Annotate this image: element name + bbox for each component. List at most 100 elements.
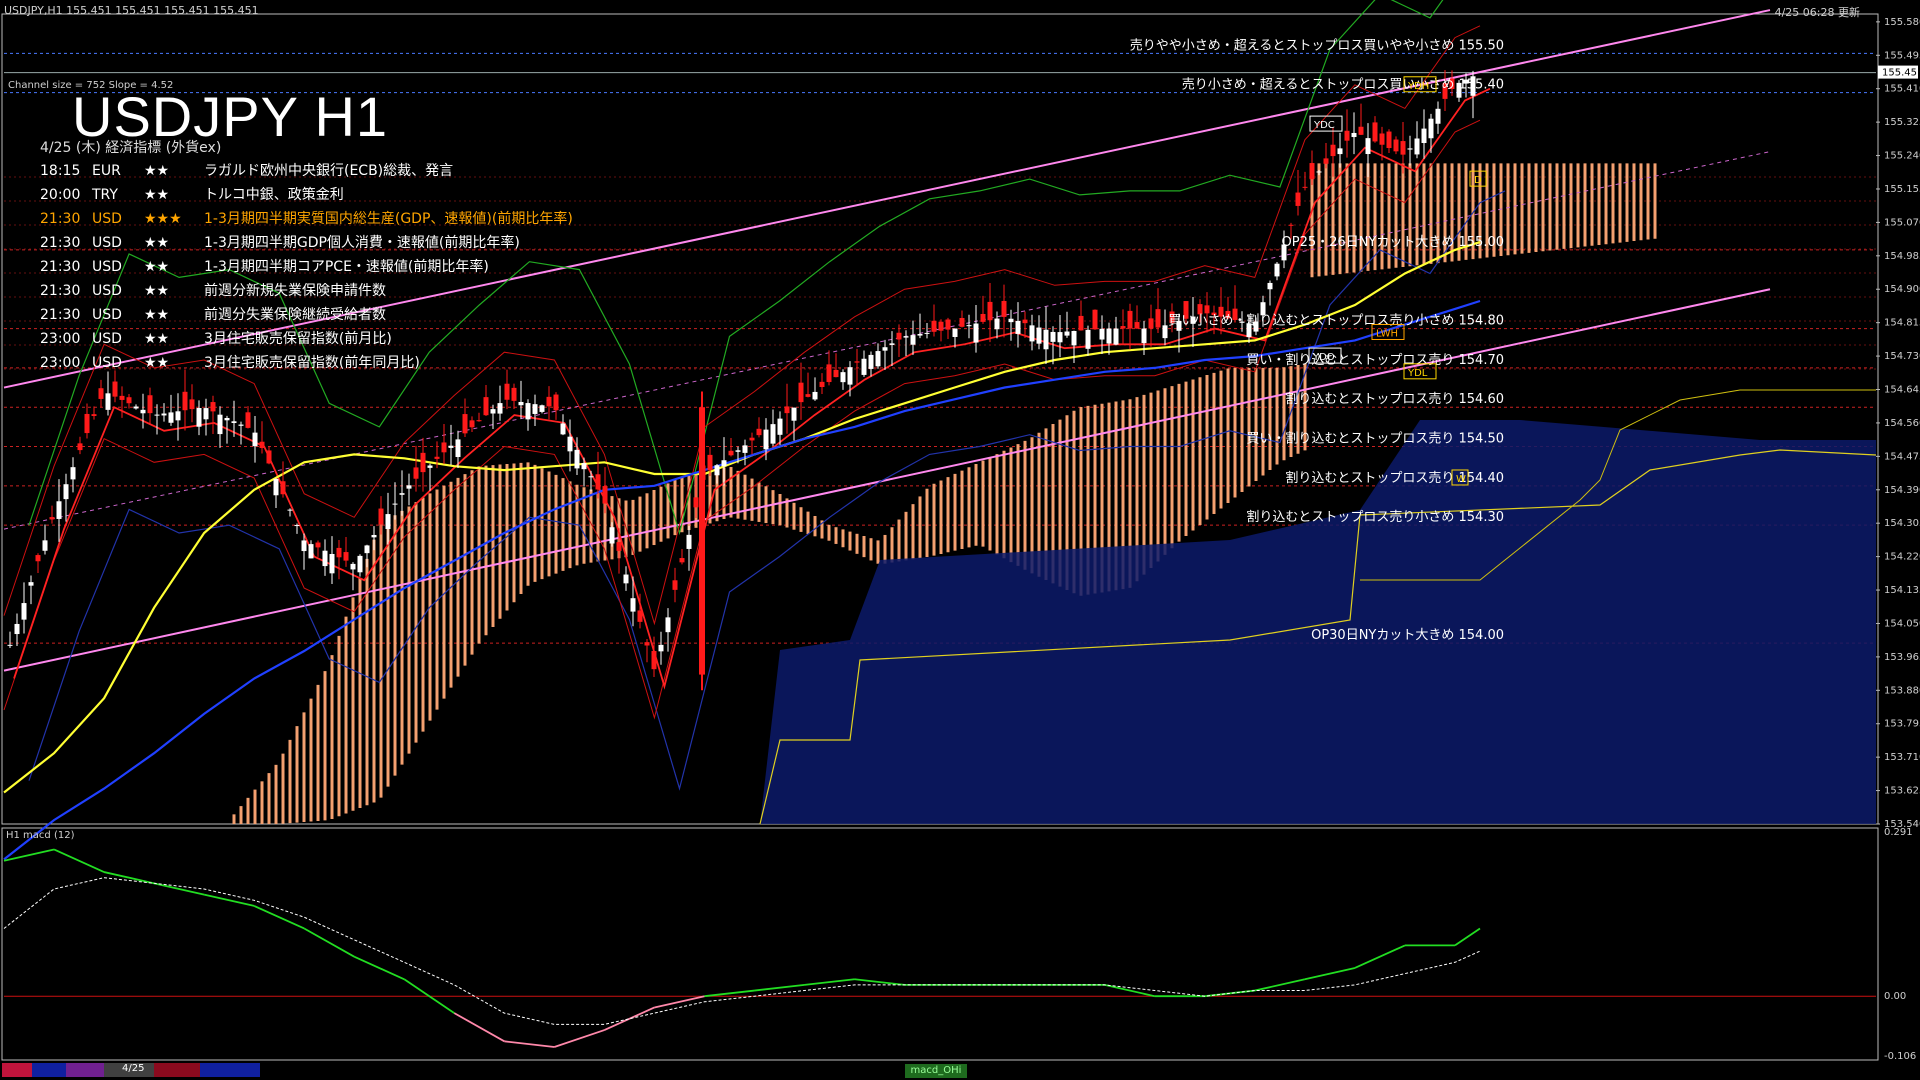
candle-body — [1057, 332, 1063, 343]
calendar-time: 18:15 — [40, 163, 81, 179]
candle-body — [399, 493, 405, 495]
calendar-row: 18:15 EUR ★★ ラガルド欧州中央銀行(ECB)総裁、発言 — [40, 160, 453, 180]
candle-body — [441, 442, 447, 453]
candle-body — [7, 644, 13, 646]
candle-body — [910, 335, 916, 345]
calendar-event: 前週分失業保険継続受給者数 — [204, 307, 386, 323]
calendar-stars: ★★ — [144, 355, 170, 371]
calendar-time: 23:00 — [40, 355, 81, 371]
level-annotation: 割り込むとストップロス売り 154.60 — [1285, 391, 1504, 407]
symbol-info: USDJPY,H1 155.451 155.451 155.451 155.45… — [4, 4, 259, 17]
candle-body — [329, 554, 335, 574]
candle-body — [1428, 118, 1434, 139]
candle-body — [868, 354, 874, 369]
candle-body — [1316, 171, 1322, 173]
candle-body — [217, 414, 223, 435]
candle-body — [791, 407, 797, 421]
marker-label: LWH — [1376, 328, 1398, 339]
candle-body — [448, 445, 454, 448]
candle-body — [77, 443, 83, 451]
candle-body — [1113, 328, 1119, 345]
price-tick-label: 153.625 — [1884, 786, 1920, 797]
candle-body — [770, 424, 776, 444]
candle-body — [35, 555, 41, 562]
candle-body — [763, 429, 769, 450]
candle-body — [413, 467, 419, 479]
candle-body — [322, 550, 328, 567]
candle-body — [1036, 327, 1042, 344]
calendar-event: 1-3月期四半期GDP個人消費・速報値(前期比年率) — [204, 235, 520, 251]
candle-body — [189, 399, 195, 410]
price-tick-label: 153.795 — [1884, 719, 1920, 730]
candle-body — [196, 408, 202, 427]
candle-body — [84, 413, 90, 434]
candle-body — [1204, 305, 1210, 314]
candle-body — [686, 534, 692, 549]
candle-body — [273, 478, 279, 496]
candle-body — [1120, 326, 1126, 329]
candle-body — [497, 403, 503, 414]
calendar-currency: EUR — [92, 163, 121, 179]
candle-body — [1330, 144, 1336, 157]
candle-body — [1379, 133, 1385, 145]
calendar-header: 4/25 (木) 経済指標 (外貨ex) — [40, 140, 222, 156]
candle-body — [987, 301, 993, 321]
candle-body — [1134, 322, 1140, 329]
candle-body — [490, 409, 496, 414]
candle-body — [210, 402, 216, 412]
candle-body — [581, 463, 587, 470]
candle-body — [392, 503, 398, 505]
macd-label: H1 macd (12) — [6, 830, 75, 841]
candle-body — [224, 417, 230, 421]
candle-body — [1400, 141, 1406, 155]
calendar-time: 20:00 — [40, 187, 81, 203]
candle-body — [91, 414, 97, 417]
spike-candle-body — [699, 407, 705, 675]
calendar-event: 3月住宅販売保留指数(前年同月比) — [204, 355, 420, 371]
candle-body — [735, 450, 741, 452]
price-tick-label: 154.220 — [1884, 552, 1920, 563]
date-tab[interactable]: 4/25 — [122, 1063, 144, 1074]
price-tick-label: 155.325 — [1884, 117, 1920, 128]
candle-body — [266, 450, 272, 464]
candle-body — [826, 364, 832, 383]
price-tick-label: 154.645 — [1884, 385, 1920, 396]
candle-body — [1393, 139, 1399, 152]
candle-body — [777, 418, 783, 435]
level-annotation: OP30日NYカット大きめ 154.00 — [1311, 628, 1504, 643]
candle-body — [924, 332, 930, 334]
candle-body — [1050, 331, 1056, 342]
candle-body — [182, 391, 188, 411]
candle-body — [707, 454, 713, 471]
candle-body — [175, 411, 181, 421]
candle-body — [70, 467, 76, 480]
candle-body — [637, 610, 643, 622]
price-tick-label: 154.050 — [1884, 618, 1920, 629]
price-tick-label: 154.305 — [1884, 518, 1920, 529]
calendar-stars: ★★ — [144, 259, 170, 275]
macd-tab[interactable]: macd_OHi — [905, 1064, 967, 1078]
candle-body — [1351, 132, 1357, 138]
price-tick-label: 153.880 — [1884, 685, 1920, 696]
update-time: 4/25 06:28 更新 — [1774, 6, 1860, 19]
candle-body — [1071, 330, 1077, 346]
candle-body — [798, 382, 804, 403]
candle-body — [861, 358, 867, 375]
candle-body — [1008, 318, 1014, 323]
candle-body — [1407, 148, 1413, 150]
calendar-row: 23:00 USD ★★ 3月住宅販売保留指数(前月比) — [40, 328, 392, 348]
candle-body — [1022, 319, 1028, 324]
candle-body — [1141, 328, 1147, 344]
price-tick-label: 154.475 — [1884, 451, 1920, 462]
current-price-label: 155.451 — [1882, 68, 1920, 79]
candle-body — [308, 544, 314, 559]
calendar-time: 21:30 — [40, 259, 81, 275]
calendar-event: 1-3月期四半期実質国内総生産(GDP、速報値)(前期比年率) — [204, 211, 573, 227]
price-tick-label: 155.495 — [1884, 50, 1920, 61]
calendar-currency: TRY — [92, 187, 118, 203]
candle-body — [1085, 329, 1091, 349]
calendar-row: 21:30 USD ★★ 前週分失業保険継続受給者数 — [40, 304, 386, 324]
candle-body — [462, 414, 468, 434]
candle-body — [406, 485, 412, 489]
price-tick-label: 154.985 — [1884, 251, 1920, 262]
